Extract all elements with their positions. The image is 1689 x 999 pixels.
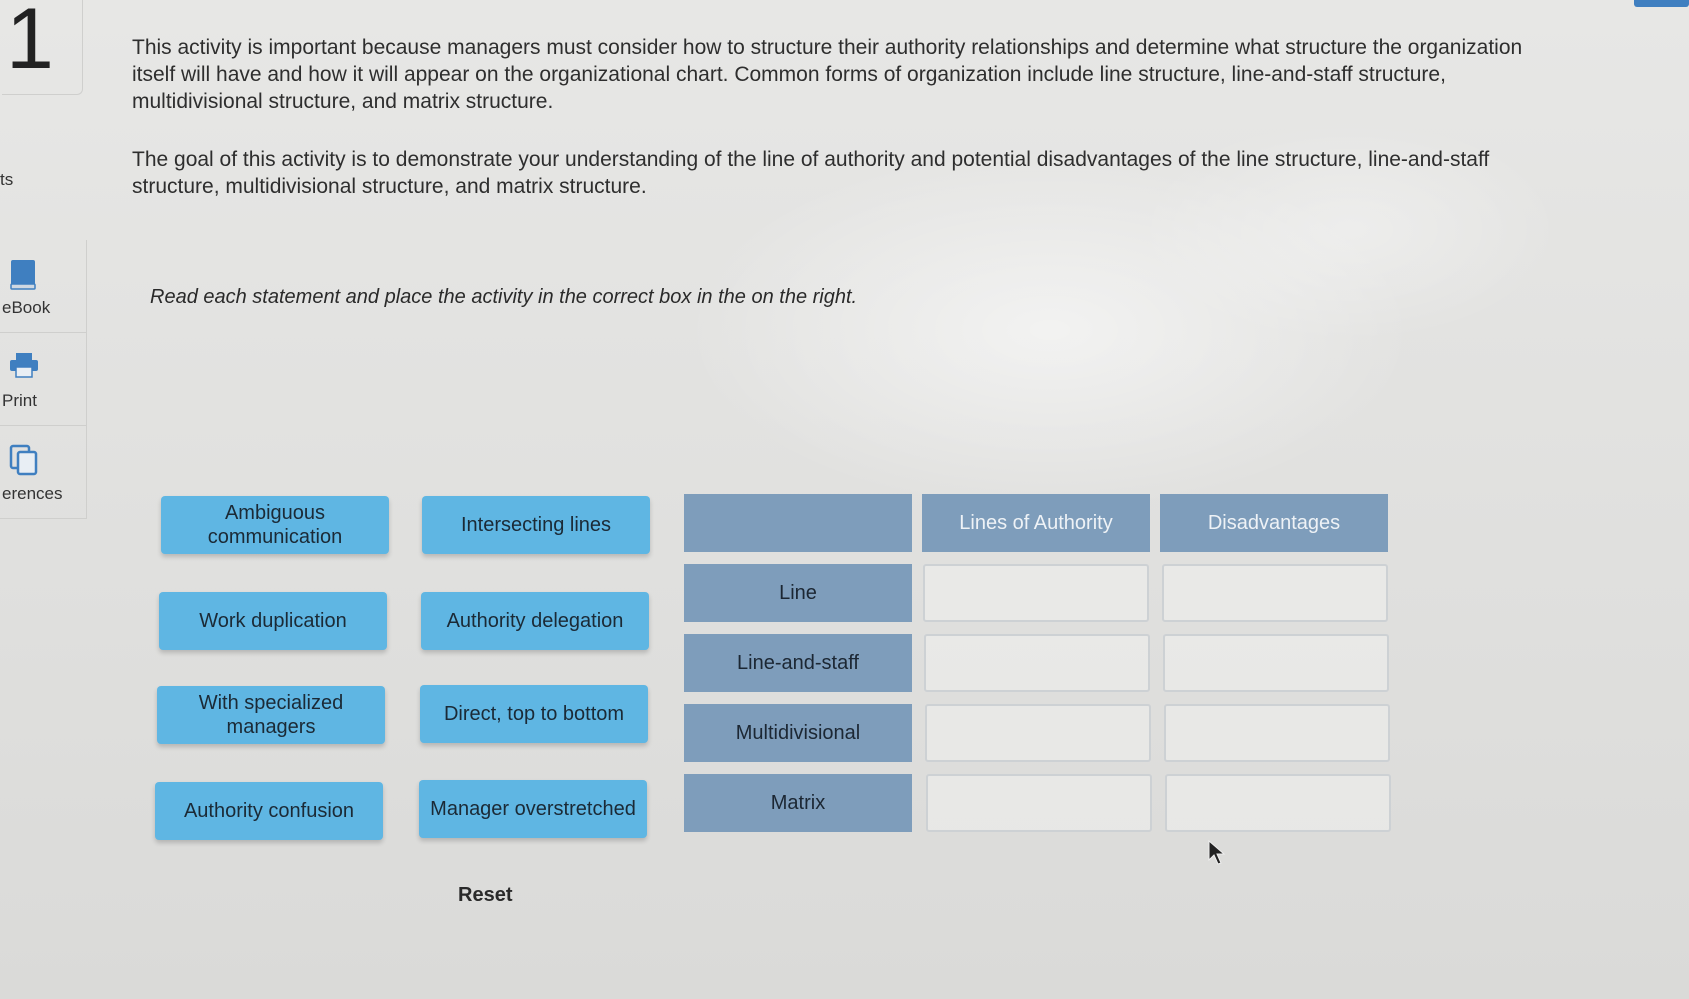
- chip-authority-confusion[interactable]: Authority confusion: [155, 782, 383, 840]
- drop-line-disadvantages[interactable]: [1162, 564, 1388, 622]
- intro-paragraph: This activity is important because manag…: [132, 36, 1523, 113]
- row-header-line-and-staff: Line-and-staff: [684, 634, 912, 692]
- table-header-lines-of-authority: Lines of Authority: [922, 494, 1150, 552]
- sidebar-item-print[interactable]: Print: [0, 333, 87, 426]
- top-accent-bar: [1634, 0, 1689, 7]
- sidebar-item-ebook[interactable]: eBook: [0, 240, 87, 333]
- drop-multidivisional-authority[interactable]: [925, 704, 1151, 762]
- chip-ambiguous-communication[interactable]: Ambiguous communication: [161, 496, 389, 554]
- chip-intersecting-lines[interactable]: Intersecting lines: [422, 496, 650, 554]
- drop-multidivisional-disadvantages[interactable]: [1164, 704, 1390, 762]
- row-header-matrix: Matrix: [684, 774, 912, 832]
- sidebar-item-label: eBook: [2, 298, 51, 317]
- left-sidebar: 1 ts eBook Print erences: [0, 0, 87, 999]
- drop-matrix-authority[interactable]: [926, 774, 1152, 832]
- table-header-blank: [684, 494, 912, 552]
- drop-line-authority[interactable]: [923, 564, 1149, 622]
- book-icon: [8, 258, 38, 297]
- chip-authority-delegation[interactable]: Authority delegation: [421, 592, 649, 650]
- reset-button[interactable]: Reset: [458, 884, 512, 907]
- chip-manager-overstretched[interactable]: Manager overstretched: [419, 780, 647, 838]
- drop-line-and-staff-disadvantages[interactable]: [1163, 634, 1389, 692]
- row-header-multidivisional: Multidivisional: [684, 704, 912, 762]
- instructions-text: Read each statement and place the activi…: [150, 286, 858, 308]
- step-number: 1: [2, 0, 83, 95]
- references-icon: [8, 444, 40, 483]
- drop-matrix-disadvantages[interactable]: [1165, 774, 1391, 832]
- sidebar-item-references[interactable]: erences: [0, 426, 87, 519]
- chip-with-specialized-managers[interactable]: With specialized managers: [157, 686, 385, 744]
- mouse-cursor-icon: [1208, 839, 1226, 871]
- printer-icon: [8, 351, 40, 386]
- sidebar-item-label: erences: [2, 484, 63, 503]
- table-header-disadvantages: Disadvantages: [1160, 494, 1388, 552]
- row-header-line: Line: [684, 564, 912, 622]
- sidebar-item-label: Print: [2, 391, 37, 410]
- chip-work-duplication[interactable]: Work duplication: [159, 592, 387, 650]
- sidebar-item-label: ts: [0, 170, 14, 189]
- drop-line-and-staff-authority[interactable]: [924, 634, 1150, 692]
- chip-direct-top-to-bottom[interactable]: Direct, top to bottom: [420, 685, 648, 743]
- goal-paragraph: The goal of this activity is to demonstr…: [132, 148, 1490, 198]
